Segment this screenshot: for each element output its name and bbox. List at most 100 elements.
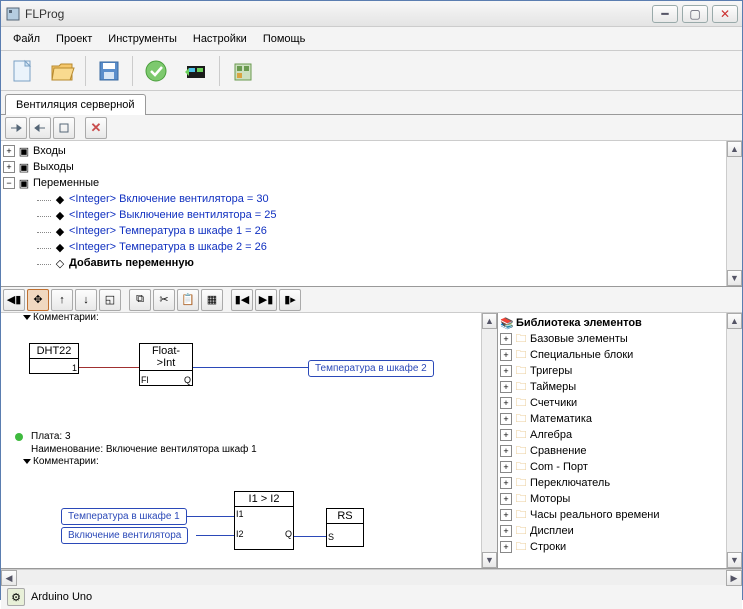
tree-var-item[interactable]: ◆<Integer> Выключение вентилятора = 25 xyxy=(1,207,726,223)
tree-outputs[interactable]: +▣Выходы xyxy=(1,159,726,175)
compare-block[interactable]: I1 > I2 I1 I2 Q xyxy=(234,491,294,550)
scroll-up-icon[interactable]: ▲ xyxy=(727,313,742,329)
scroll-down-icon[interactable]: ▼ xyxy=(482,552,497,568)
expand-icon[interactable]: + xyxy=(500,461,512,473)
paste-button[interactable]: 📋 xyxy=(177,289,199,311)
menu-tools[interactable]: Инструменты xyxy=(100,27,185,50)
menu-file[interactable]: Файл xyxy=(5,27,48,50)
canvas-vscroll[interactable]: ▲ ▼ xyxy=(481,313,497,568)
expand-icon[interactable]: + xyxy=(500,477,512,489)
tree-scrollbar[interactable]: ▲ ▼ xyxy=(726,141,742,286)
lib-item[interactable]: +🗀Моторы xyxy=(498,491,726,507)
open-button[interactable] xyxy=(45,54,79,88)
expand-icon[interactable]: + xyxy=(500,493,512,505)
cut-button[interactable]: ✂ xyxy=(153,289,175,311)
tree-variables[interactable]: −▣Переменные xyxy=(1,175,726,191)
library-tree[interactable]: 📚Библиотека элементов +🗀Базовые элементы… xyxy=(498,313,726,568)
tree-var-item[interactable]: ◆<Integer> Температура в шкафе 1 = 26 xyxy=(1,223,726,239)
menu-help[interactable]: Помощь xyxy=(255,27,314,50)
scroll-down-icon[interactable]: ▼ xyxy=(727,552,742,568)
export-button[interactable]: ▮▸ xyxy=(279,289,301,311)
scroll-up-icon[interactable]: ▲ xyxy=(727,141,742,157)
lib-item[interactable]: +🗀Таймеры xyxy=(498,379,726,395)
expand-icon[interactable]: + xyxy=(500,509,512,521)
lib-item[interactable]: +🗀Специальные блоки xyxy=(498,347,726,363)
canvas-toolbar: ◀▮ ✥ ↑ ↓ ◱ ⧉ ✂ 📋 ▦ ▮◀ ▶▮ ▮▸ xyxy=(1,287,742,313)
comments-label: Комментарии: xyxy=(33,313,99,323)
align-right-button[interactable]: ▶▮ xyxy=(255,289,277,311)
lib-item[interactable]: +🗀Переключатель xyxy=(498,475,726,491)
move-up-button[interactable]: ↑ xyxy=(51,289,73,311)
zoom-button[interactable]: ◱ xyxy=(99,289,121,311)
copy-button[interactable]: ⧉ xyxy=(129,289,151,311)
tree-add-var[interactable]: ◇Добавить переменную xyxy=(1,255,726,271)
lib-item[interactable]: +🗀Com - Порт xyxy=(498,459,726,475)
add-var-button[interactable] xyxy=(53,117,75,139)
board-left-button[interactable]: ◀▮ xyxy=(3,289,25,311)
floatint-block[interactable]: Float->Int FlQ xyxy=(139,343,193,386)
dht22-block[interactable]: DHT22 1 xyxy=(29,343,79,374)
scroll-down-icon[interactable]: ▼ xyxy=(727,270,742,286)
lib-item[interactable]: +🗀Дисплеи xyxy=(498,523,726,539)
lib-item[interactable]: +🗀Базовые элементы xyxy=(498,331,726,347)
tree-toolbar: ✕ xyxy=(1,115,742,141)
app-icon xyxy=(5,6,21,22)
tree-var-item[interactable]: ◆<Integer> Температура в шкафе 2 = 26 xyxy=(1,239,726,255)
expand-icon[interactable]: + xyxy=(500,333,512,345)
expand-icon[interactable]: + xyxy=(3,161,15,173)
add-icon: ◇ xyxy=(53,257,67,270)
tab-ventilation[interactable]: Вентиляция серверной xyxy=(5,94,146,115)
add-input-button[interactable] xyxy=(5,117,27,139)
lib-item[interactable]: +🗀Математика xyxy=(498,411,726,427)
upload-button[interactable] xyxy=(179,54,213,88)
lib-item[interactable]: +🗀Строки xyxy=(498,539,726,555)
expand-icon[interactable]: + xyxy=(500,381,512,393)
new-file-button[interactable] xyxy=(5,54,39,88)
select-mode-button[interactable]: ✥ xyxy=(27,289,49,311)
add-output-button[interactable] xyxy=(29,117,51,139)
library-scrollbar[interactable]: ▲ ▼ xyxy=(726,313,742,568)
expand-icon[interactable]: + xyxy=(500,445,512,457)
marker-icon xyxy=(23,315,31,320)
minimize-button[interactable]: ━ xyxy=(652,5,678,23)
scroll-up-icon[interactable]: ▲ xyxy=(482,313,497,329)
scroll-right-icon[interactable]: ▶ xyxy=(726,570,742,586)
collapse-icon[interactable]: − xyxy=(3,177,15,189)
lib-item[interactable]: +🗀Счетчики xyxy=(498,395,726,411)
marker-icon xyxy=(23,459,31,464)
library-button[interactable] xyxy=(226,54,260,88)
lib-item[interactable]: +🗀Часы реального времени xyxy=(498,507,726,523)
canvas-hscroll[interactable]: ◀ ▶ xyxy=(1,569,742,585)
lib-item[interactable]: +🗀Сравнение xyxy=(498,443,726,459)
rs-block[interactable]: RS S xyxy=(326,508,364,547)
main-toolbar xyxy=(1,51,742,91)
temp2-tag[interactable]: Температура в шкафе 2 xyxy=(308,360,434,377)
expand-icon[interactable]: + xyxy=(500,365,512,377)
align-left-button[interactable]: ▮◀ xyxy=(231,289,253,311)
menu-settings[interactable]: Настройки xyxy=(185,27,255,50)
tree-var-item[interactable]: ◆<Integer> Включение вентилятора = 30 xyxy=(1,191,726,207)
expand-icon[interactable]: + xyxy=(500,397,512,409)
delete-button[interactable]: ✕ xyxy=(85,117,107,139)
expand-icon[interactable]: + xyxy=(500,349,512,361)
project-tree[interactable]: +▣Входы +▣Выходы −▣Переменные ◆<Integer>… xyxy=(1,141,726,286)
maximize-button[interactable]: ▢ xyxy=(682,5,708,23)
close-button[interactable]: ✕ xyxy=(712,5,738,23)
menu-project[interactable]: Проект xyxy=(48,27,100,50)
move-down-button[interactable]: ↓ xyxy=(75,289,97,311)
lib-item[interactable]: +🗀Алгебра xyxy=(498,427,726,443)
tree-inputs[interactable]: +▣Входы xyxy=(1,143,726,159)
compile-button[interactable] xyxy=(139,54,173,88)
temp1-tag[interactable]: Температура в шкафе 1 xyxy=(61,508,187,525)
expand-icon[interactable]: + xyxy=(500,413,512,425)
expand-icon[interactable]: + xyxy=(500,525,512,537)
design-canvas[interactable]: Комментарии: DHT22 1 Float->Int FlQ Темп… xyxy=(1,313,481,568)
expand-icon[interactable]: + xyxy=(500,429,512,441)
grid-button[interactable]: ▦ xyxy=(201,289,223,311)
lib-item[interactable]: +🗀Тригеры xyxy=(498,363,726,379)
save-button[interactable] xyxy=(92,54,126,88)
fan-on-tag[interactable]: Включение вентилятора xyxy=(61,527,188,544)
expand-icon[interactable]: + xyxy=(3,145,15,157)
scroll-left-icon[interactable]: ◀ xyxy=(1,570,17,586)
expand-icon[interactable]: + xyxy=(500,541,512,553)
